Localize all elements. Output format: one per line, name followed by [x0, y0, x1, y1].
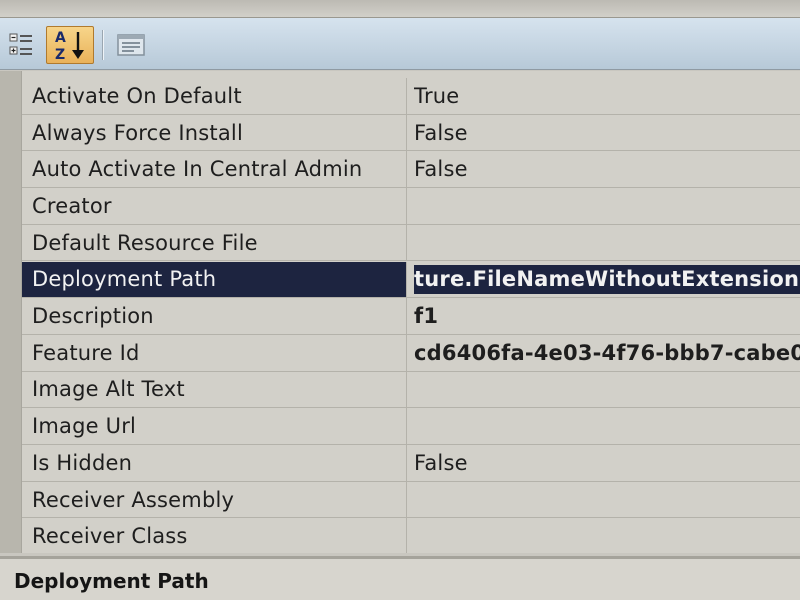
property-row-auto-activate-in-central-admin[interactable]: Auto Activate In Central Admin False	[22, 151, 800, 189]
sort-a-letter: A	[55, 30, 66, 46]
property-value[interactable]	[414, 225, 800, 261]
property-value-editor[interactable]: ture.FileNameWithoutExtension$	[414, 261, 800, 298]
property-name: Creator	[22, 188, 407, 224]
property-value[interactable]: True	[414, 78, 800, 114]
alphabetical-sort-button[interactable]: A Z	[46, 26, 94, 64]
property-value[interactable]: False	[414, 115, 800, 151]
property-value[interactable]	[414, 188, 800, 224]
property-name: Auto Activate In Central Admin	[22, 151, 407, 188]
property-name: Is Hidden	[22, 445, 407, 481]
property-row-is-hidden[interactable]: Is Hidden False	[22, 445, 800, 482]
property-description-pane: Deployment Path	[0, 556, 800, 600]
property-value[interactable]: cd6406fa-4e03-4f76-bbb7-cabe0	[414, 335, 800, 371]
property-row-creator[interactable]: Creator	[22, 188, 800, 225]
property-value[interactable]	[414, 408, 800, 444]
property-row-feature-id[interactable]: Feature Id cd6406fa-4e03-4f76-bbb7-cabe0	[22, 334, 800, 372]
property-value[interactable]: f1	[414, 298, 800, 334]
property-row-image-alt-text[interactable]: Image Alt Text	[22, 371, 800, 409]
property-row-description[interactable]: Description f1	[22, 298, 800, 335]
property-value-text[interactable]: ture.FileNameWithoutExtension$	[414, 264, 800, 294]
property-name: Default Resource File	[22, 224, 407, 261]
property-name: Always Force Install	[22, 114, 407, 151]
property-row-always-force-install[interactable]: Always Force Install False	[22, 114, 800, 152]
property-name: Feature Id	[22, 334, 407, 371]
property-grid-margin	[0, 71, 22, 553]
property-value[interactable]: False	[414, 445, 800, 481]
toolbar-separator	[102, 30, 104, 60]
property-name: Description	[22, 298, 407, 334]
property-row-activate-on-default[interactable]: Activate On Default True	[22, 78, 800, 115]
property-row-default-resource-file[interactable]: Default Resource File	[22, 224, 800, 262]
property-value[interactable]	[414, 518, 800, 553]
categorized-view-icon	[9, 33, 32, 55]
property-name: Image Url	[22, 408, 407, 444]
property-row-receiver-class[interactable]: Receiver Class	[22, 518, 800, 553]
property-pages-button[interactable]	[112, 26, 150, 64]
categorized-view-button[interactable]	[2, 26, 42, 64]
property-name: Image Alt Text	[22, 371, 407, 408]
sort-z-letter: Z	[55, 47, 65, 62]
sort-az-icon: A Z	[55, 30, 84, 62]
window-title-strip	[0, 0, 800, 18]
property-grid: Activate On Default True Always Force In…	[0, 71, 800, 553]
property-name: Deployment Path	[22, 261, 407, 298]
property-name: Activate On Default	[22, 78, 407, 114]
property-row-deployment-path[interactable]: Deployment Path ture.FileNameWithoutExte…	[22, 261, 800, 299]
property-value[interactable]	[414, 372, 800, 408]
property-name: Receiver Assembly	[22, 481, 407, 518]
description-title: Deployment Path	[14, 569, 209, 593]
property-name: Receiver Class	[22, 518, 407, 553]
property-row-receiver-assembly[interactable]: Receiver Assembly	[22, 481, 800, 519]
property-value[interactable]: False	[414, 151, 800, 187]
property-pages-icon	[117, 34, 145, 56]
property-value[interactable]	[414, 482, 800, 518]
property-row-image-url[interactable]: Image Url	[22, 408, 800, 445]
property-grid-toolbar: A Z	[0, 18, 800, 70]
